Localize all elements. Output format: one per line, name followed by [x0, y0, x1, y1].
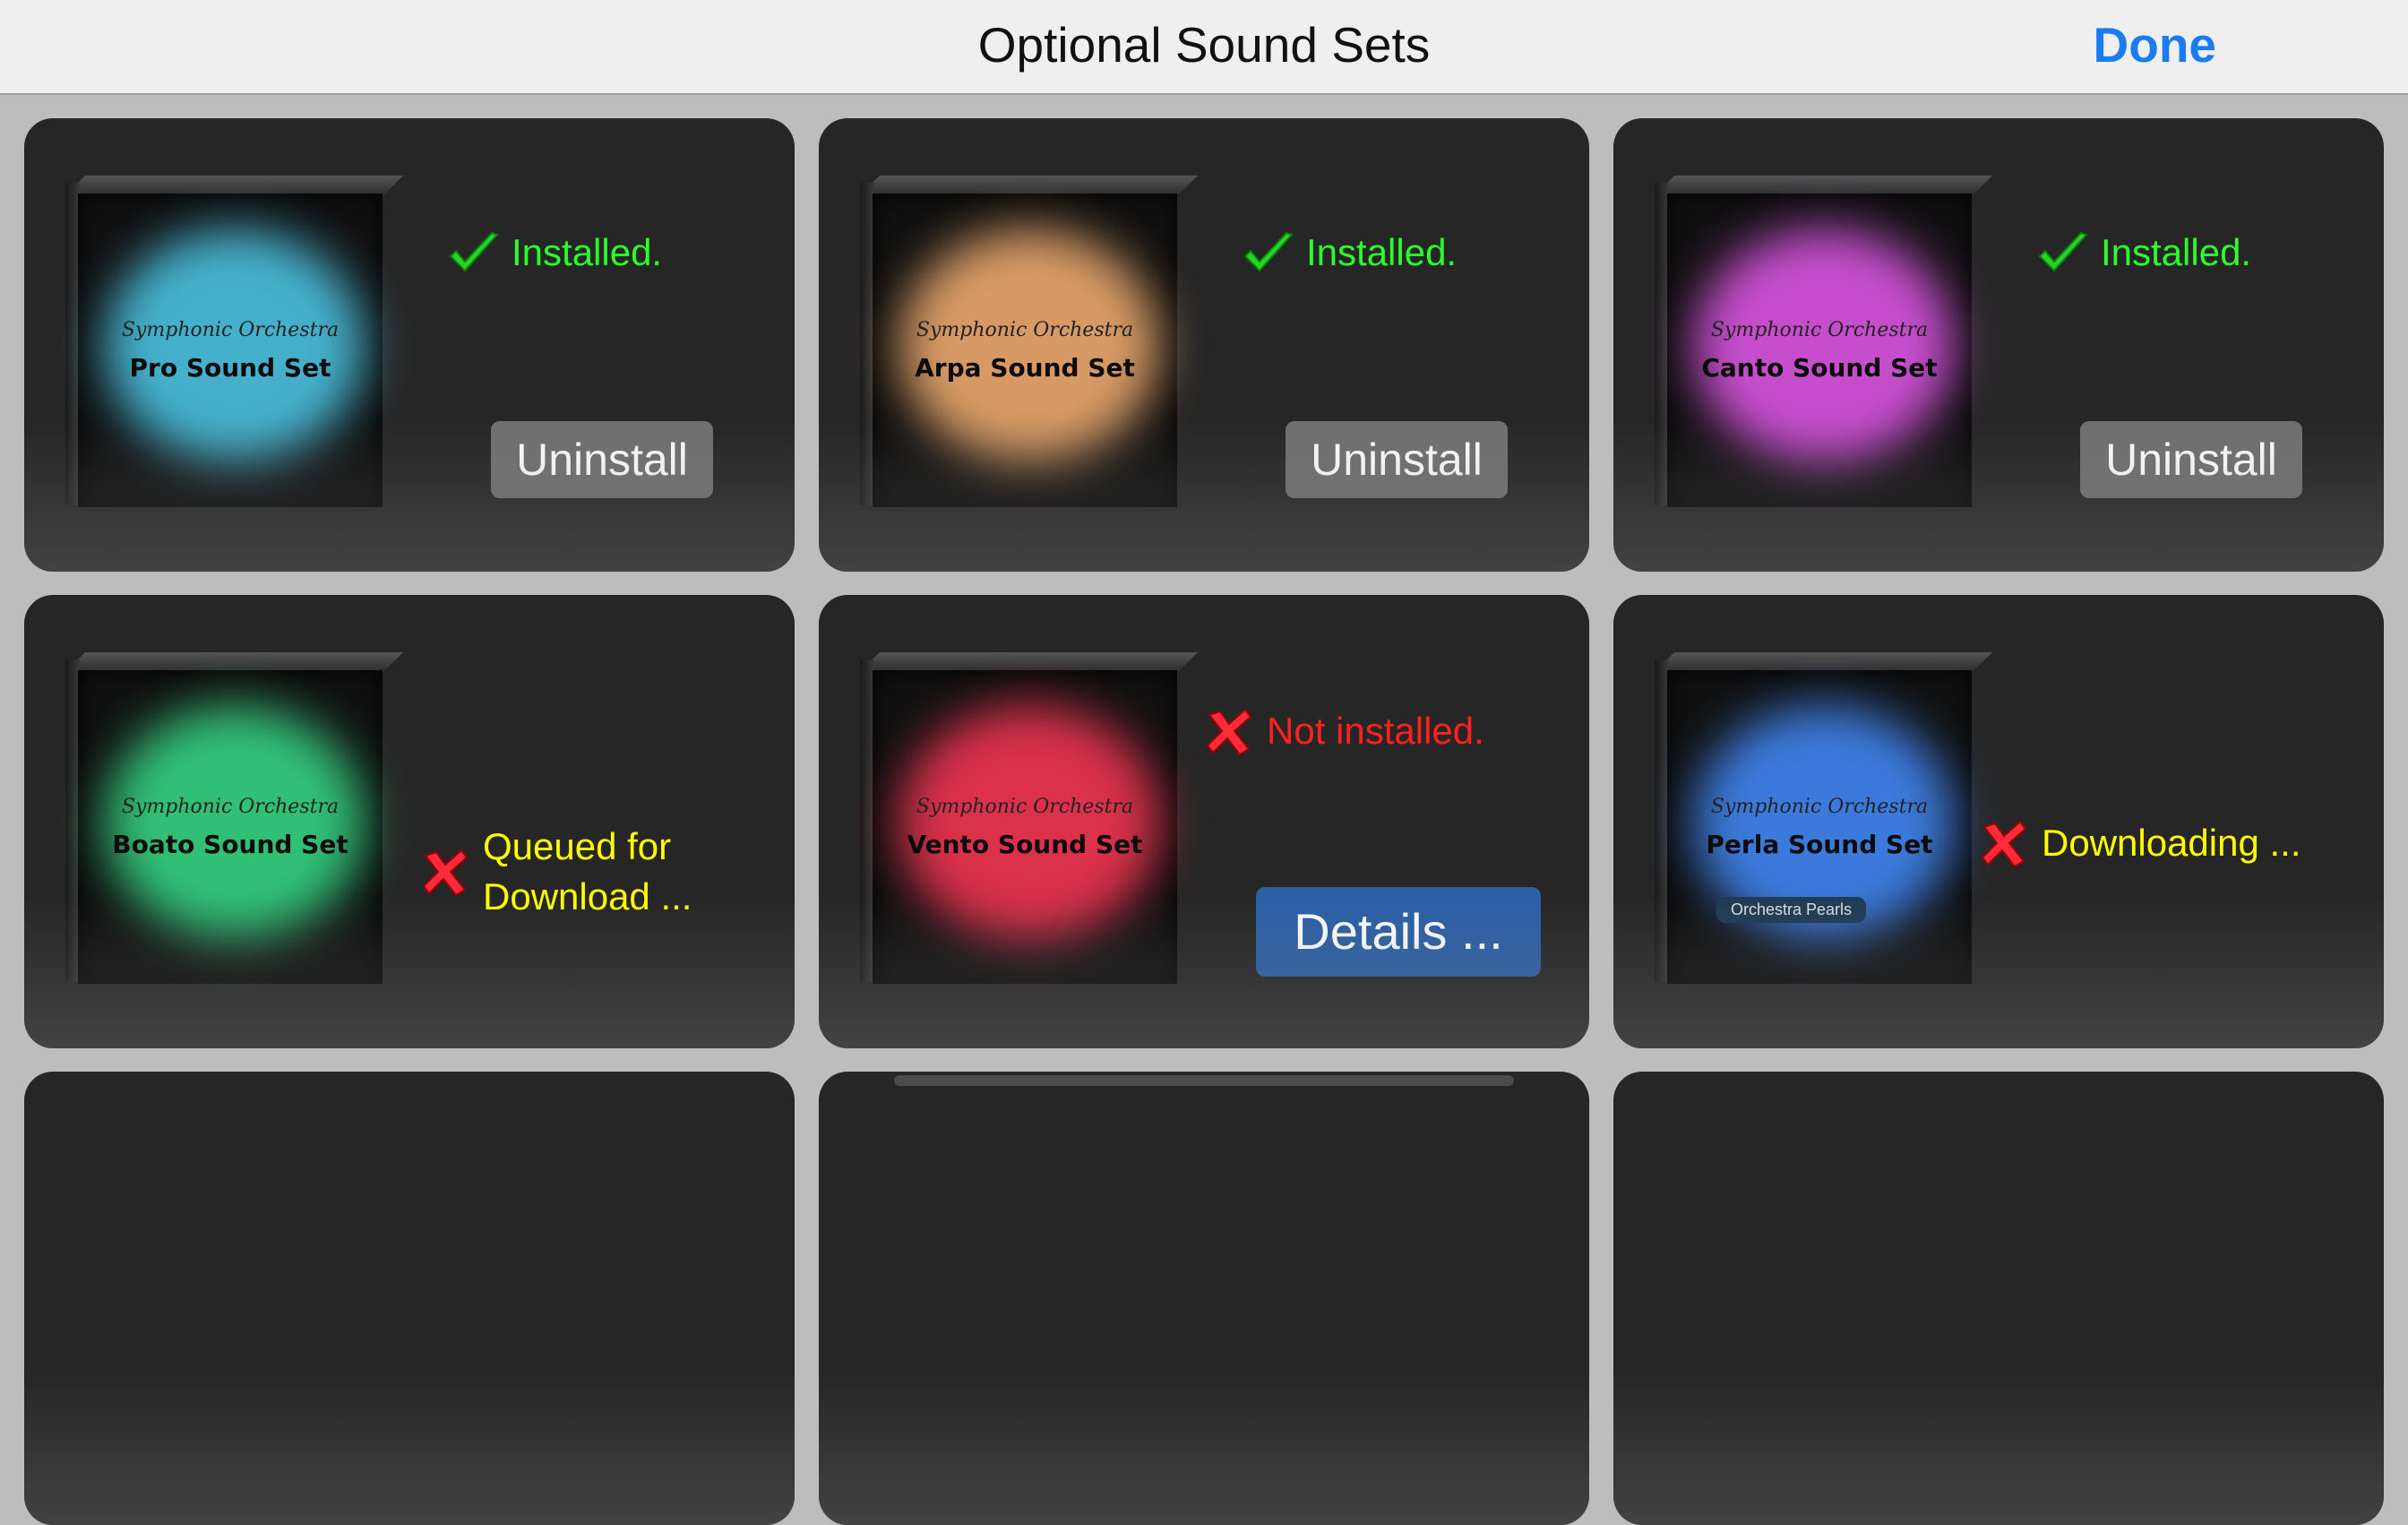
status-text: Not installed. [1267, 710, 1484, 752]
sound-set-card-vento: Symphonic Orchestra Vento Sound Set Not … [819, 595, 1589, 1048]
sound-set-card-pro: Symphonic Orchestra Pro Sound Set Instal… [24, 118, 795, 572]
cross-icon [1206, 708, 1252, 756]
cross-icon [1981, 820, 2027, 868]
checkmark-icon [449, 231, 499, 272]
sound-set-card [819, 1072, 1589, 1525]
box-title: Arpa Sound Set [915, 353, 1135, 383]
box-title: Pro Sound Set [129, 353, 331, 383]
box-subtitle: Symphonic Orchestra [1710, 796, 1929, 818]
checkmark-icon [2038, 231, 2088, 272]
checkmark-icon [1243, 231, 1294, 272]
scroll-indicator[interactable] [894, 1075, 1514, 1086]
status-text: Downloading ... [2042, 822, 2301, 864]
sound-set-grid: Symphonic Orchestra Pro Sound Set Instal… [24, 118, 2384, 1525]
status-installed: Installed. [1240, 224, 1457, 281]
navigation-bar: Optional Sound Sets Done [0, 0, 2408, 95]
cross-icon [422, 849, 469, 897]
box-title: Vento Sound Set [907, 830, 1143, 859]
box-title: Boato Sound Set [112, 830, 348, 859]
sound-set-card [1613, 1072, 2384, 1525]
box-title: Perla Sound Set [1706, 830, 1933, 859]
product-box-image: Symphonic Orchestra Boato Sound Set [65, 652, 406, 984]
product-box-image: Symphonic Orchestra Arpa Sound Set [860, 176, 1200, 507]
status-installed: Installed. [2034, 224, 2251, 281]
uninstall-button[interactable]: Uninstall [2080, 421, 2302, 498]
box-subtitle: Symphonic Orchestra [121, 796, 340, 818]
done-button[interactable]: Done [2094, 0, 2217, 90]
sound-set-card-boato: Symphonic Orchestra Boato Sound Set Queu… [24, 595, 795, 1048]
details-button[interactable]: Details ... [1256, 887, 1541, 977]
product-box-image: Symphonic Orchestra Vento Sound Set [860, 652, 1200, 984]
sound-set-card [24, 1072, 795, 1525]
status-queued: Queued for Download ... [417, 822, 739, 922]
uninstall-button[interactable]: Uninstall [1286, 421, 1508, 498]
product-box-image: Symphonic Orchestra Perla Sound Set Orch… [1655, 652, 1995, 984]
status-installed: Installed. [445, 224, 662, 281]
status-text: Installed. [2101, 231, 2252, 273]
sound-set-card-arpa: Symphonic Orchestra Arpa Sound Set Insta… [819, 118, 1589, 572]
status-not-installed: Not installed. [1200, 702, 1484, 760]
product-box-image: Symphonic Orchestra Pro Sound Set [65, 176, 406, 507]
box-subtitle: Symphonic Orchestra [121, 319, 340, 341]
uninstall-button[interactable]: Uninstall [491, 421, 713, 498]
status-downloading: Downloading ... [1975, 814, 2301, 872]
page-title: Optional Sound Sets [977, 17, 1431, 73]
sound-set-card-perla: Symphonic Orchestra Perla Sound Set Orch… [1613, 595, 2384, 1048]
status-text: Installed. [1306, 231, 1458, 273]
sound-set-card-canto: Symphonic Orchestra Canto Sound Set Inst… [1613, 118, 2384, 572]
status-text: Queued for Download ... [483, 825, 692, 918]
box-tag: Orchestra Pearls [1716, 897, 1867, 923]
box-subtitle: Symphonic Orchestra [916, 319, 1134, 341]
status-text: Installed. [512, 231, 663, 273]
box-subtitle: Symphonic Orchestra [916, 796, 1134, 818]
box-subtitle: Symphonic Orchestra [1710, 319, 1929, 341]
box-title: Canto Sound Set [1701, 353, 1938, 383]
product-box-image: Symphonic Orchestra Canto Sound Set [1655, 176, 1995, 507]
